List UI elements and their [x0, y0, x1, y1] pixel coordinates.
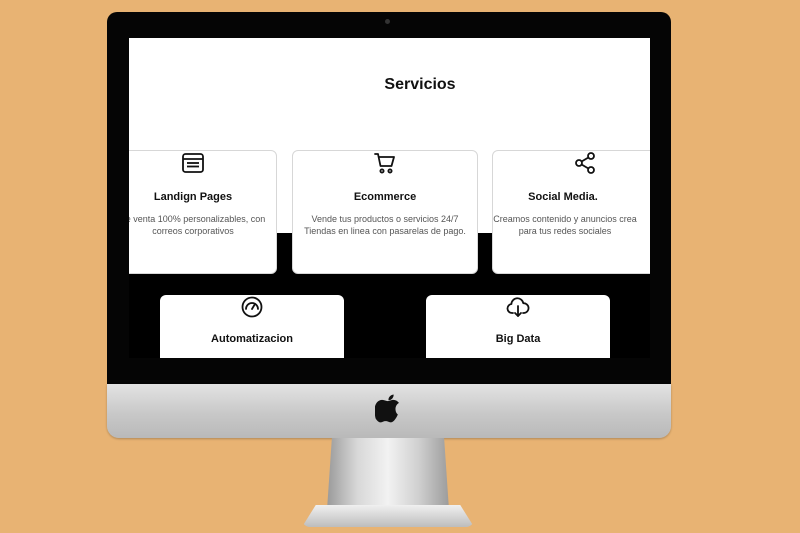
section-title: Servicios: [384, 76, 456, 93]
apple-logo-icon: [375, 394, 399, 423]
monitor-stand: [327, 438, 449, 510]
cloud-download-icon: [506, 297, 530, 317]
service-card-automatizacion[interactable]: Automatizacion: [160, 295, 344, 358]
service-card-ecommerce[interactable]: Ecommerce Vende tus productos o servicio…: [292, 150, 478, 274]
camera-dot: [385, 19, 390, 24]
service-description: Creamos contenido y anuncios crea para t…: [493, 214, 637, 236]
service-card-social-media[interactable]: Social Media. Creamos contenido y anunci…: [492, 150, 650, 274]
service-title: Automatizacion: [211, 333, 293, 345]
monitor-stand-base: [302, 505, 474, 527]
service-title: Big Data: [495, 333, 541, 345]
service-card-big-data[interactable]: Big Data: [426, 295, 610, 358]
monitor-screen: Servicios Landign Pages de venta 100% pe…: [129, 38, 650, 358]
service-card-landing-pages[interactable]: Landign Pages de venta 100% personalizab…: [129, 150, 277, 274]
speedometer-icon: [241, 296, 263, 318]
share-icon: [575, 152, 595, 174]
shopping-cart-icon: [374, 153, 395, 174]
browser-window-icon: [182, 153, 204, 173]
service-title: Social Media.: [528, 191, 598, 203]
service-title: Landign Pages: [153, 191, 233, 203]
